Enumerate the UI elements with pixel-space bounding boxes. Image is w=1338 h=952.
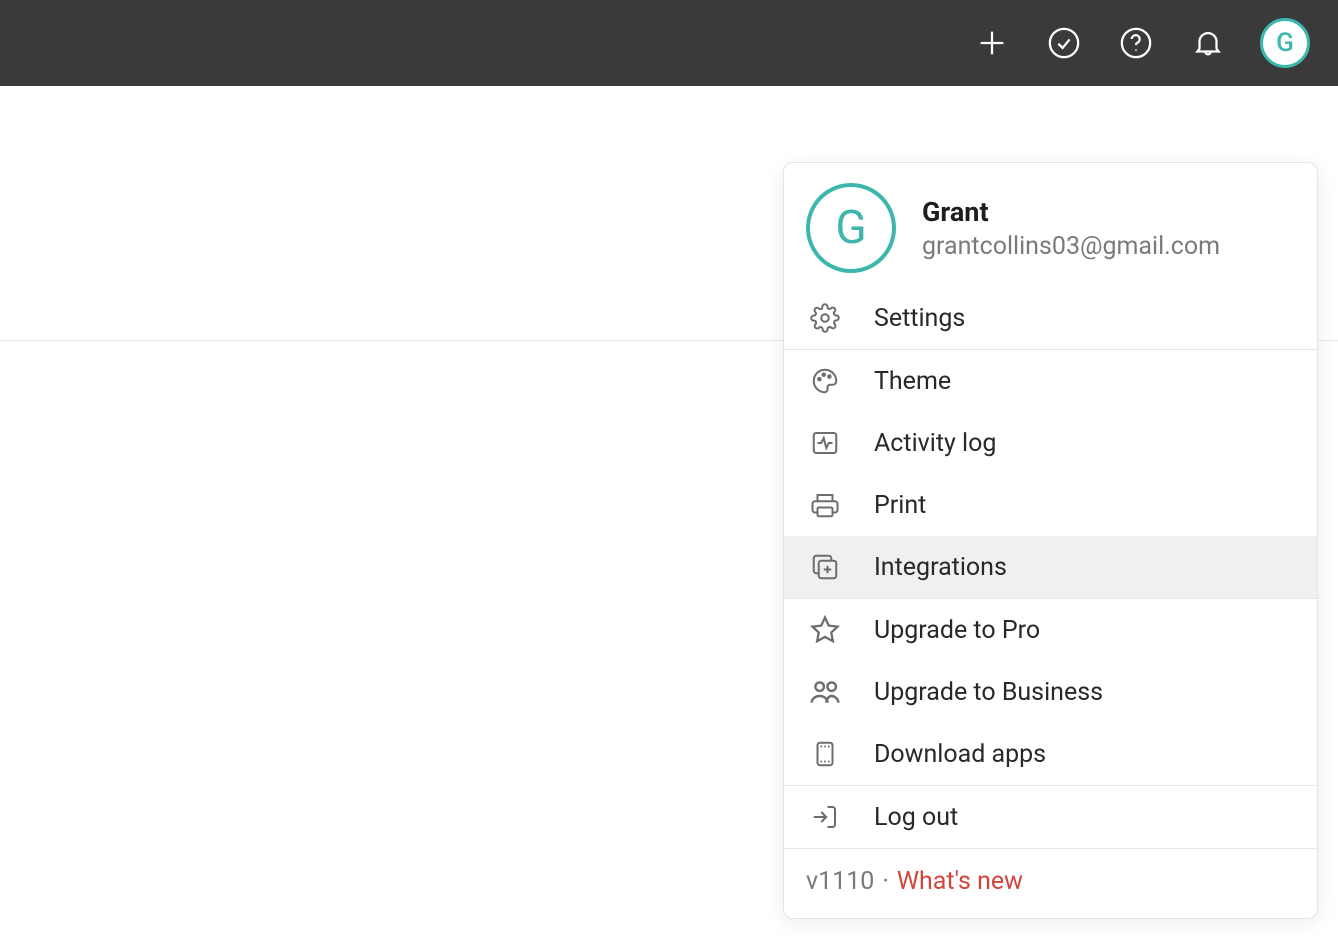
separator: · xyxy=(882,867,889,896)
bell-icon xyxy=(1191,26,1225,60)
help-icon xyxy=(1119,26,1153,60)
dropdown-header: G Grant grantcollins03@gmail.com xyxy=(784,163,1317,287)
avatar-large: G xyxy=(806,183,896,273)
printer-icon xyxy=(808,488,842,522)
notifications-button[interactable] xyxy=(1188,23,1228,63)
menu-item-integrations[interactable]: Integrations xyxy=(784,536,1317,598)
topbar: G xyxy=(0,0,1338,86)
menu-label: Theme xyxy=(874,367,951,396)
menu-label: Settings xyxy=(874,304,965,333)
gear-icon xyxy=(808,301,842,335)
menu-label: Integrations xyxy=(874,553,1007,582)
user-email: grantcollins03@gmail.com xyxy=(922,232,1220,261)
user-name: Grant xyxy=(922,196,1220,228)
star-icon xyxy=(808,613,842,647)
menu-label: Upgrade to Pro xyxy=(874,616,1040,645)
account-avatar-button[interactable]: G xyxy=(1260,18,1310,68)
activity-icon xyxy=(808,426,842,460)
menu-item-logout[interactable]: Log out xyxy=(784,786,1317,848)
menu-label: Print xyxy=(874,491,926,520)
account-dropdown: G Grant grantcollins03@gmail.com Setting… xyxy=(783,162,1318,919)
logout-icon xyxy=(808,800,842,834)
integrations-icon xyxy=(808,550,842,584)
menu-item-theme[interactable]: Theme xyxy=(784,350,1317,412)
people-icon xyxy=(808,675,842,709)
version-text: v1110 xyxy=(806,867,874,896)
menu-label: Download apps xyxy=(874,740,1046,769)
palette-icon xyxy=(808,364,842,398)
menu-item-settings[interactable]: Settings xyxy=(784,287,1317,349)
menu-item-download-apps[interactable]: Download apps xyxy=(784,723,1317,785)
content-area: G Grant grantcollins03@gmail.com Setting… xyxy=(0,86,1338,952)
add-task-button[interactable] xyxy=(972,23,1012,63)
help-button[interactable] xyxy=(1116,23,1156,63)
menu-label: Activity log xyxy=(874,429,996,458)
menu-item-activity-log[interactable]: Activity log xyxy=(784,412,1317,474)
menu-label: Upgrade to Business xyxy=(874,678,1103,707)
plus-icon xyxy=(975,26,1009,60)
menu-item-upgrade-pro[interactable]: Upgrade to Pro xyxy=(784,599,1317,661)
avatar-initial: G xyxy=(1276,28,1294,58)
avatar-large-initial: G xyxy=(835,201,866,255)
device-icon xyxy=(808,737,842,771)
user-info: Grant grantcollins03@gmail.com xyxy=(922,196,1220,261)
menu-item-print[interactable]: Print xyxy=(784,474,1317,536)
dropdown-footer: v1110 · What's new xyxy=(784,849,1317,918)
productivity-button[interactable] xyxy=(1044,23,1084,63)
checkmark-circle-icon xyxy=(1047,26,1081,60)
menu-item-upgrade-business[interactable]: Upgrade to Business xyxy=(784,661,1317,723)
menu-label: Log out xyxy=(874,803,958,832)
whats-new-link[interactable]: What's new xyxy=(897,867,1023,896)
